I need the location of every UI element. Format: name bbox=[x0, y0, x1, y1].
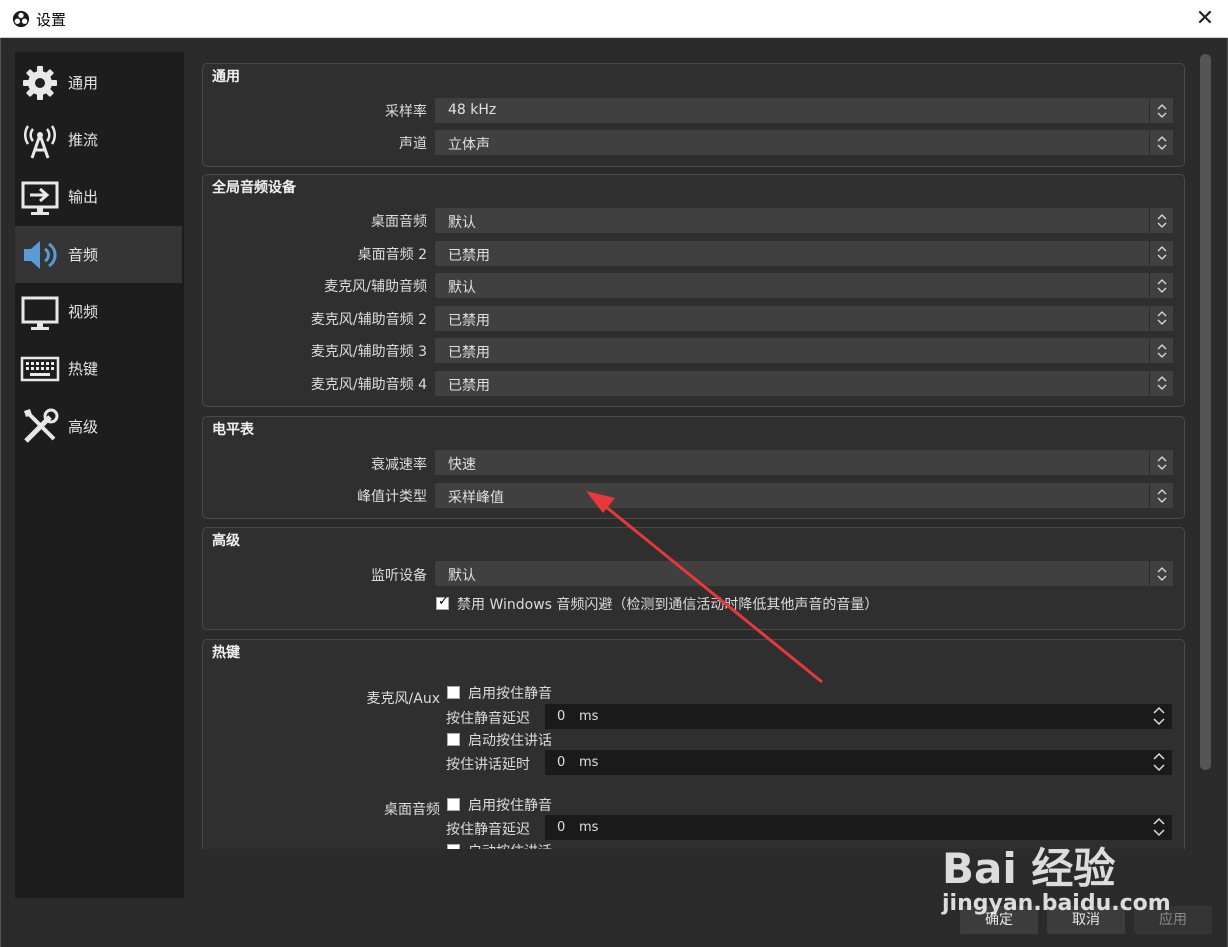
watermark-url: jingyan.baidu.com bbox=[942, 891, 1171, 916]
watermark-logo-text: Bai 经验 bbox=[942, 844, 1116, 893]
baidu-watermark: Bai 经验 jingyan.baidu.com bbox=[942, 815, 1182, 925]
annotation-arrow bbox=[586, 491, 823, 684]
